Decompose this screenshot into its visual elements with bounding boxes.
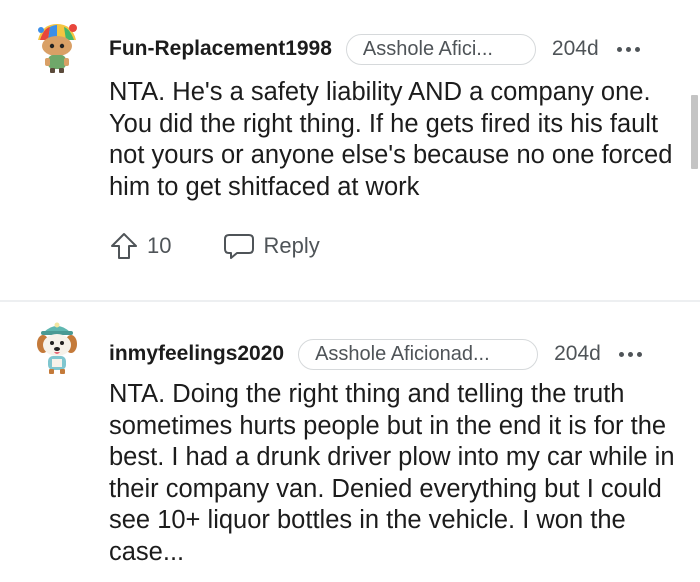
comment-header: Fun-Replacement1998 Asshole Afici... 204… bbox=[109, 32, 672, 66]
comment-age: 204d bbox=[551, 37, 599, 60]
user-flair: Asshole Afici... bbox=[345, 33, 536, 65]
comment-body: NTA. Doing the right thing and telling t… bbox=[109, 380, 675, 566]
comment: inmyfeelings2020 Asshole Aficionad... 20… bbox=[0, 302, 700, 582]
comment-age: 204d bbox=[554, 342, 601, 365]
more-options-icon[interactable] bbox=[616, 39, 640, 59]
dog-avatar-icon bbox=[37, 322, 77, 374]
snoo-avatar-icon bbox=[38, 24, 77, 73]
avatar[interactable] bbox=[28, 318, 86, 376]
upvote-button[interactable]: 10 bbox=[109, 231, 171, 261]
comment: Fun-Replacement1998 Asshole Afici... 204… bbox=[0, 0, 700, 300]
username[interactable]: inmyfeelings2020 bbox=[109, 342, 284, 366]
vote-count: 10 bbox=[147, 233, 172, 258]
comment-header: inmyfeelings2020 Asshole Aficionad... 20… bbox=[109, 337, 672, 371]
username[interactable]: Fun-Replacement1998 bbox=[109, 37, 332, 61]
more-options-icon[interactable] bbox=[618, 344, 642, 364]
user-flair: Asshole Aficionad... bbox=[298, 338, 539, 370]
avatar[interactable] bbox=[28, 18, 86, 76]
comment-body: NTA. He's a safety liability AND a compa… bbox=[109, 78, 673, 201]
comment-actions: 10 Reply bbox=[109, 226, 320, 266]
reply-label: Reply bbox=[263, 233, 320, 258]
reply-button[interactable]: Reply bbox=[223, 231, 320, 261]
upvote-arrow-icon bbox=[111, 233, 137, 259]
speech-bubble-icon bbox=[224, 234, 255, 259]
